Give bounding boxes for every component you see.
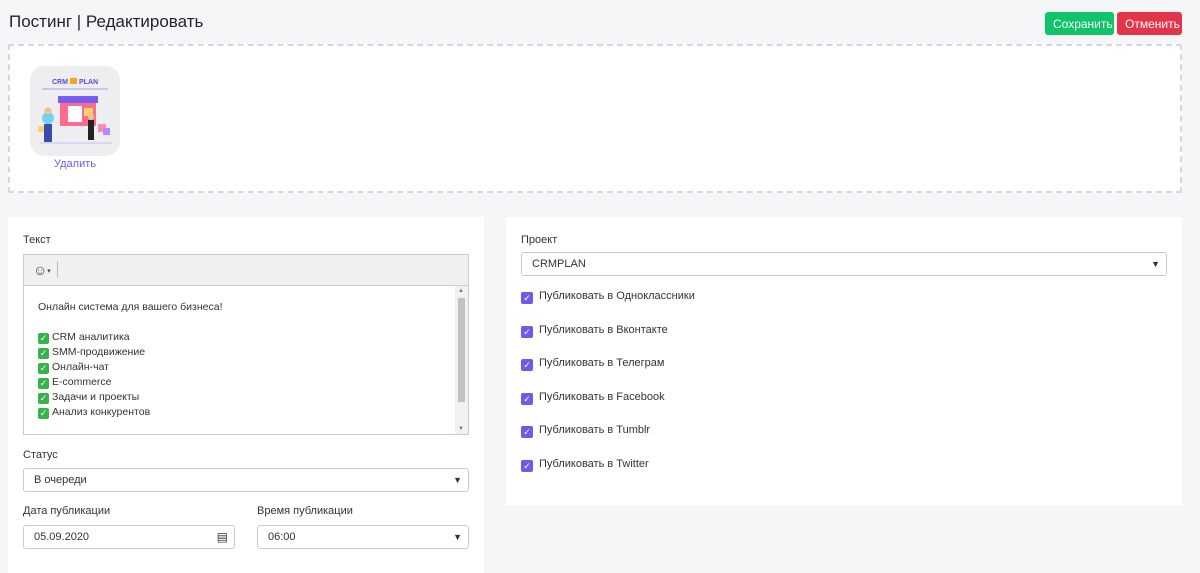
- status-select-value: В очереди: [34, 474, 87, 486]
- emoji-picker-icon[interactable]: ☺▾: [33, 262, 51, 278]
- editor-line: SMM-продвижение: [52, 346, 146, 358]
- editor-line: E-commerce: [52, 376, 112, 388]
- checkbox-label: Публиковать в Вконтакте: [539, 324, 668, 336]
- checkbox-row-vkontakte[interactable]: ✓ Публиковать в Вконтакте: [521, 324, 668, 338]
- publish-date-input[interactable]: 05.09.2020 ▤: [23, 525, 235, 549]
- publish-settings-card: Проект CRMPLAN ▼ ✓ Публиковать в Одноклас…: [506, 217, 1182, 505]
- text-editor[interactable]: ☺▾ Онлайн система для вашего бизнеса! ✓ C…: [23, 254, 469, 435]
- checkbox-label: Публиковать в Одноклассники: [539, 290, 695, 302]
- chevron-down-icon: ▼: [453, 475, 462, 485]
- checkbox-label: Публиковать в Facebook: [539, 391, 665, 403]
- post-content-card: Текст ☺▾ Онлайн система для вашего бизне…: [8, 217, 484, 573]
- editor-line: Задачи и проекты: [52, 391, 140, 403]
- toolbar-divider: [57, 261, 58, 278]
- remove-image-link[interactable]: Удалить: [30, 158, 120, 170]
- status-select[interactable]: В очереди ▼: [23, 468, 469, 492]
- checkbox-row-facebook[interactable]: ✓ Публиковать в Facebook: [521, 391, 665, 405]
- checkbox-label: Публиковать в Twitter: [539, 458, 649, 470]
- editor-line: CRM аналитика: [52, 331, 130, 343]
- check-mark-icon: ✓: [38, 408, 49, 419]
- scrollbar-thumb[interactable]: [458, 298, 465, 402]
- editor-line: Анализ конкурентов: [52, 406, 151, 418]
- status-label: Статус: [23, 449, 58, 461]
- publish-time-select[interactable]: 06:00 ▼: [257, 525, 469, 549]
- check-mark-icon: ✓: [38, 393, 49, 404]
- editor-content[interactable]: Онлайн система для вашего бизнеса! ✓ CRM …: [38, 300, 448, 420]
- image-dropzone[interactable]: CRM PLAN Удалить: [8, 44, 1182, 193]
- checkbox-checked-icon[interactable]: ✓: [521, 326, 533, 338]
- publish-date-value: 05.09.2020: [34, 531, 90, 543]
- check-mark-icon: ✓: [38, 333, 49, 344]
- scroll-down-icon[interactable]: ▼: [458, 426, 464, 432]
- editor-scrollbar[interactable]: ▲ ▼: [455, 286, 468, 434]
- publish-date-label: Дата публикации: [23, 505, 111, 517]
- cancel-button[interactable]: Отменить: [1117, 12, 1182, 35]
- page-title: Постинг | Редактировать: [9, 12, 204, 31]
- svg-text:PLAN: PLAN: [79, 79, 98, 86]
- uploaded-image-thumbnail: CRM PLAN: [30, 66, 120, 156]
- text-label: Текст: [23, 234, 51, 246]
- check-mark-icon: ✓: [38, 348, 49, 359]
- editor-line: Онлайн система для вашего бизнеса!: [38, 301, 223, 313]
- checkbox-row-telegram[interactable]: ✓ Публиковать в Телеграм: [521, 357, 665, 371]
- check-mark-icon: ✓: [38, 363, 49, 374]
- calendar-icon[interactable]: ▤: [217, 526, 228, 548]
- checkbox-checked-icon[interactable]: ✓: [521, 292, 533, 304]
- editor-line: Онлайн-чат: [52, 361, 109, 373]
- publish-time-label: Время публикации: [257, 505, 353, 517]
- project-label: Проект: [521, 234, 558, 246]
- checkbox-row-odnoklassniki[interactable]: ✓ Публиковать в Одноклассники: [521, 290, 695, 304]
- checkbox-checked-icon[interactable]: ✓: [521, 460, 533, 472]
- checkbox-label: Публиковать в Телеграм: [539, 357, 665, 369]
- checkbox-row-twitter[interactable]: ✓ Публиковать в Twitter: [521, 458, 649, 472]
- chevron-down-icon: ▼: [1151, 259, 1160, 269]
- save-button[interactable]: Сохранить: [1045, 12, 1114, 35]
- crmplan-logo-image: CRM PLAN: [38, 78, 112, 144]
- scroll-up-icon[interactable]: ▲: [458, 288, 464, 294]
- checkbox-checked-icon[interactable]: ✓: [521, 359, 533, 371]
- chevron-down-icon: ▼: [453, 532, 462, 542]
- publish-time-value: 06:00: [268, 531, 296, 543]
- project-select[interactable]: CRMPLAN ▼: [521, 252, 1167, 276]
- editor-toolbar: ☺▾: [24, 255, 468, 286]
- check-mark-icon: ✓: [38, 378, 49, 389]
- checkbox-checked-icon[interactable]: ✓: [521, 393, 533, 405]
- svg-text:CRM: CRM: [52, 79, 68, 86]
- checkbox-label: Публиковать в Tumblr: [539, 424, 651, 436]
- checkbox-checked-icon[interactable]: ✓: [521, 426, 533, 438]
- checkbox-row-tumblr[interactable]: ✓ Публиковать в Tumblr: [521, 424, 651, 438]
- project-select-value: CRMPLAN: [532, 258, 586, 270]
